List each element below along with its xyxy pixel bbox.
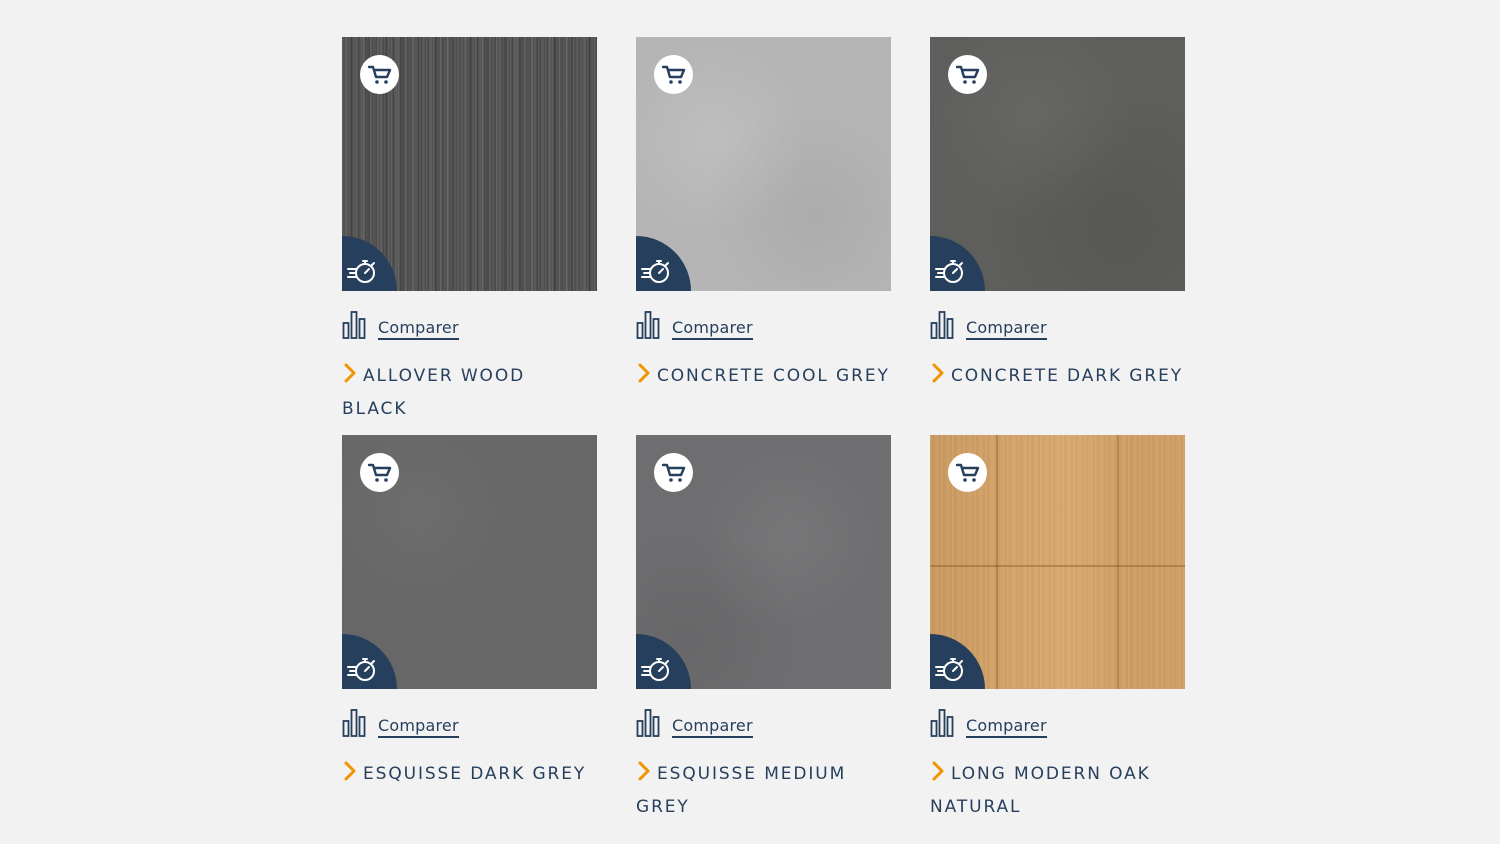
compare-row: Comparer bbox=[342, 306, 597, 340]
chevron-right-icon bbox=[344, 761, 356, 781]
compare-row: Comparer bbox=[930, 306, 1185, 340]
add-to-cart-button[interactable] bbox=[948, 453, 987, 492]
product-image[interactable] bbox=[930, 37, 1185, 291]
shopping-cart-icon bbox=[955, 65, 979, 84]
product-title: LONG MODERN OAK NATURAL bbox=[930, 764, 1151, 817]
product-image[interactable] bbox=[930, 435, 1185, 689]
quick-delivery-badge bbox=[930, 236, 985, 291]
compare-link[interactable]: Comparer bbox=[672, 319, 753, 340]
bar-chart-icon bbox=[342, 311, 366, 339]
add-to-cart-button[interactable] bbox=[654, 55, 693, 94]
bar-chart-icon bbox=[636, 709, 660, 737]
chevron-right-icon bbox=[638, 363, 650, 383]
stopwatch-icon bbox=[935, 658, 963, 681]
quick-delivery-badge bbox=[636, 634, 691, 689]
product-card: Comparer ESQUISSE MEDIUM GREY bbox=[636, 435, 891, 824]
shopping-cart-icon bbox=[367, 463, 391, 482]
compare-link[interactable]: Comparer bbox=[966, 717, 1047, 738]
product-title-link[interactable]: CONCRETE COOL GREY bbox=[636, 360, 891, 393]
bar-chart-icon bbox=[342, 709, 366, 737]
compare-link[interactable]: Comparer bbox=[966, 319, 1047, 340]
product-title: ALLOVER WOOD BLACK bbox=[342, 366, 526, 419]
compare-link[interactable]: Comparer bbox=[672, 717, 753, 738]
product-title: ESQUISSE DARK GREY bbox=[363, 764, 587, 784]
product-card: Comparer ALLOVER WOOD BLACK bbox=[342, 37, 597, 426]
add-to-cart-button[interactable] bbox=[654, 453, 693, 492]
quick-delivery-badge bbox=[342, 634, 397, 689]
chevron-right-icon bbox=[932, 363, 944, 383]
chevron-right-icon bbox=[932, 761, 944, 781]
bar-chart-icon bbox=[930, 709, 954, 737]
add-to-cart-button[interactable] bbox=[360, 453, 399, 492]
stopwatch-icon bbox=[347, 658, 375, 681]
compare-row: Comparer bbox=[636, 704, 891, 738]
stopwatch-icon bbox=[935, 260, 963, 283]
product-title-link[interactable]: CONCRETE DARK GREY bbox=[930, 360, 1185, 393]
product-image[interactable] bbox=[636, 435, 891, 689]
product-title: ESQUISSE MEDIUM GREY bbox=[636, 764, 847, 817]
product-image[interactable] bbox=[342, 435, 597, 689]
stopwatch-icon bbox=[347, 260, 375, 283]
compare-row: Comparer bbox=[636, 306, 891, 340]
product-card: Comparer LONG MODERN OAK NATURAL bbox=[930, 435, 1185, 824]
product-title-link[interactable]: LONG MODERN OAK NATURAL bbox=[930, 758, 1185, 824]
product-title: CONCRETE COOL GREY bbox=[657, 366, 890, 386]
chevron-right-icon bbox=[344, 363, 356, 383]
shopping-cart-icon bbox=[955, 463, 979, 482]
add-to-cart-button[interactable] bbox=[948, 55, 987, 94]
quick-delivery-badge bbox=[636, 236, 691, 291]
product-title-link[interactable]: ESQUISSE MEDIUM GREY bbox=[636, 758, 891, 824]
compare-row: Comparer bbox=[930, 704, 1185, 738]
add-to-cart-button[interactable] bbox=[360, 55, 399, 94]
product-card: Comparer ESQUISSE DARK GREY bbox=[342, 435, 597, 791]
shopping-cart-icon bbox=[661, 65, 685, 84]
quick-delivery-badge bbox=[930, 634, 985, 689]
product-title-link[interactable]: ESQUISSE DARK GREY bbox=[342, 758, 597, 791]
stopwatch-icon bbox=[641, 658, 669, 681]
product-card: Comparer CONCRETE DARK GREY bbox=[930, 37, 1185, 393]
product-title-link[interactable]: ALLOVER WOOD BLACK bbox=[342, 360, 597, 426]
compare-row: Comparer bbox=[342, 704, 597, 738]
shopping-cart-icon bbox=[367, 65, 391, 84]
product-image[interactable] bbox=[636, 37, 891, 291]
quick-delivery-badge bbox=[342, 236, 397, 291]
product-image[interactable] bbox=[342, 37, 597, 291]
compare-link[interactable]: Comparer bbox=[378, 319, 459, 340]
bar-chart-icon bbox=[636, 311, 660, 339]
compare-link[interactable]: Comparer bbox=[378, 717, 459, 738]
stopwatch-icon bbox=[641, 260, 669, 283]
product-title: CONCRETE DARK GREY bbox=[951, 366, 1184, 386]
chevron-right-icon bbox=[638, 761, 650, 781]
product-card: Comparer CONCRETE COOL GREY bbox=[636, 37, 891, 393]
bar-chart-icon bbox=[930, 311, 954, 339]
shopping-cart-icon bbox=[661, 463, 685, 482]
